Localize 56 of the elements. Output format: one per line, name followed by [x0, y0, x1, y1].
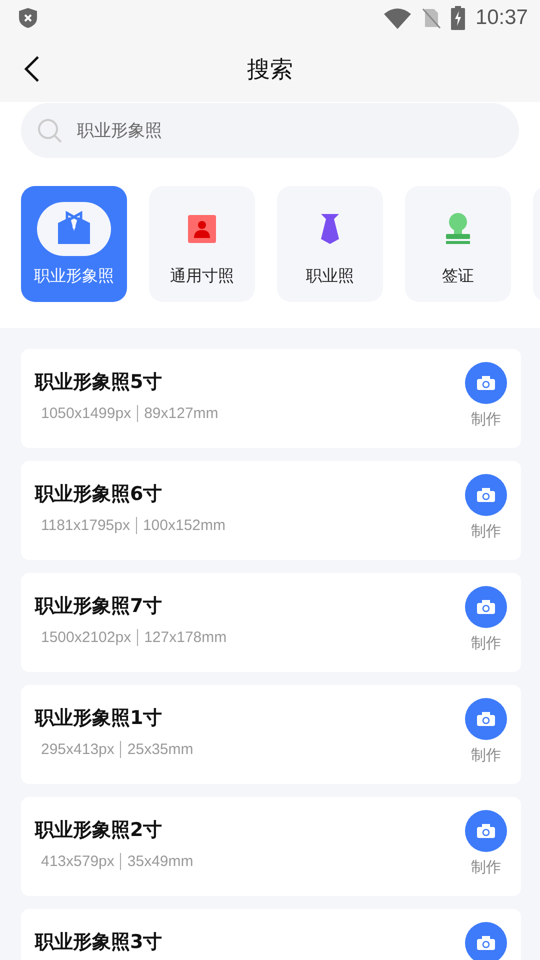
result-title: 职业形象照2寸 [35, 818, 164, 843]
make-label: 制作 [471, 746, 501, 765]
result-title: 职业形象照7寸 [35, 594, 164, 619]
camera-button[interactable] [465, 362, 507, 404]
camera-icon [477, 488, 495, 502]
search-icon [37, 118, 63, 144]
category-tab[interactable]: 签证 [405, 186, 511, 302]
suit-icon [56, 210, 92, 246]
print-size: 35x49mm [127, 853, 194, 870]
pixel-size: 1050x1499px [41, 405, 132, 422]
result-title: 职业形象照3寸 [35, 930, 162, 955]
print-size: 127x178mm [144, 629, 227, 646]
shield-icon [18, 7, 38, 29]
camera-icon [477, 824, 495, 838]
print-size: 100x152mm [142, 517, 226, 534]
make-label: 制作 [471, 858, 501, 877]
pixel-size: 1500x2102px [41, 629, 132, 646]
back-icon [24, 55, 40, 83]
portrait-icon [188, 214, 216, 242]
make-label: 制作 [471, 522, 501, 541]
pixel-size: 413x579px [41, 853, 114, 870]
camera-icon [477, 600, 495, 614]
result-title: 职业形象照5寸 [35, 370, 164, 395]
category-tab[interactable]: 职业照 [277, 186, 383, 302]
camera-button[interactable] [465, 698, 507, 740]
result-card[interactable]: 职业形象照2寸 413x579px 35x49mm 制作 [21, 797, 521, 896]
camera-button[interactable] [465, 586, 507, 628]
camera-icon [477, 712, 495, 726]
category-tab[interactable]: 职业形象照 [21, 186, 127, 302]
make-label: 制作 [471, 634, 501, 653]
battery-charging-icon [451, 6, 466, 30]
result-title: 职业形象照6寸 [35, 482, 164, 507]
result-card[interactable]: 职业形象照1寸 295x413px 25x35mm 制作 [21, 685, 521, 784]
camera-button[interactable] [465, 810, 507, 852]
camera-button[interactable] [465, 922, 507, 960]
search-field[interactable]: 职业形象照 [21, 103, 519, 158]
result-card[interactable]: 职业形象照3寸 [21, 909, 521, 960]
result-card[interactable]: 职业形象照6寸 1181x1795px 100x152mm 制作 [21, 461, 521, 560]
page-title: 搜索 [247, 56, 293, 84]
result-title: 职业形象照1寸 [35, 706, 164, 731]
print-size: 89x127mm [144, 405, 218, 422]
camera-icon [477, 376, 495, 390]
stamp-icon [445, 212, 471, 246]
category-tab[interactable]: 通用寸照 [149, 186, 255, 302]
status-time: 10:37 [475, 6, 528, 30]
wifi-icon [384, 8, 412, 28]
no-sim-icon [421, 7, 442, 29]
result-card[interactable]: 职业形象照7寸 1500x2102px 127x178mm 制作 [21, 573, 521, 672]
pixel-size: 1181x1795px [41, 517, 130, 534]
result-card[interactable]: 职业形象照5寸 1050x1499px 89x127mm 制作 [21, 349, 521, 448]
camera-icon [477, 936, 495, 950]
pixel-size: 295x413px [41, 741, 114, 758]
camera-button[interactable] [465, 474, 507, 516]
tie-icon [320, 212, 340, 244]
make-label: 制作 [471, 410, 501, 429]
print-size: 25x35mm [127, 741, 194, 758]
